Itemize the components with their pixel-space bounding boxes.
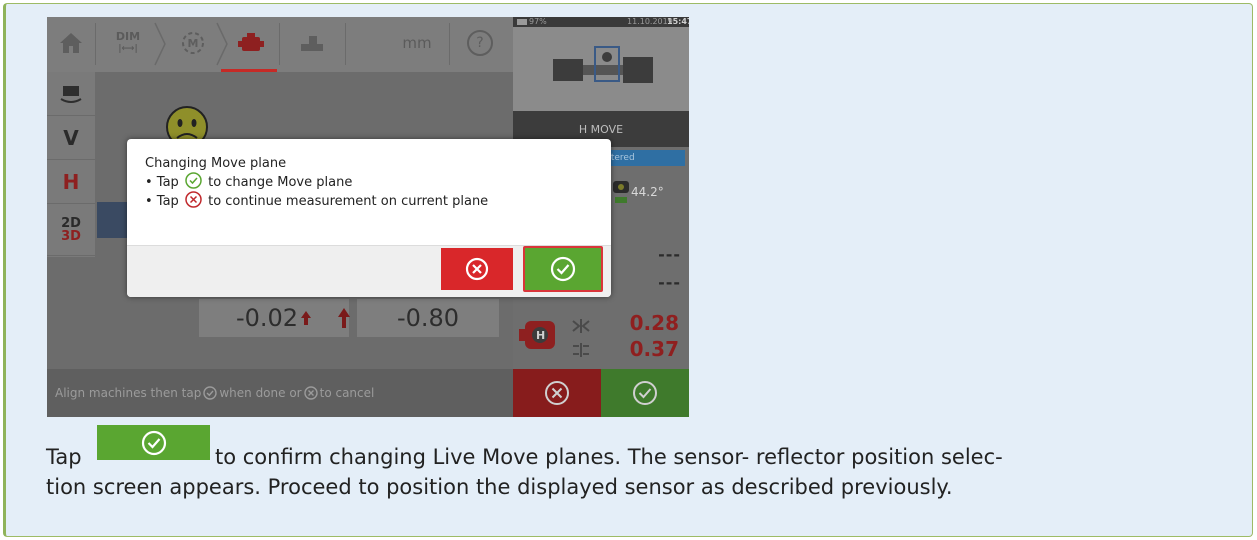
svg-text:H: H [536,329,545,342]
sidebar-3d-label: 3D [61,228,81,244]
left-sidebar: V H 2D 3D [47,72,95,257]
home-button[interactable] [47,17,95,69]
angle-value-box: -0.80 [338,299,499,337]
plane-label: H MOVE [578,122,624,136]
dialog-cancel-button[interactable] [441,248,513,290]
instruction-suffix: to cancel [319,386,375,400]
dialog-line-1: • Tap to change Move plane [145,172,593,191]
dialog-body: Changing Move plane • Tap to change Move… [127,139,611,245]
dim-label: DIM [115,30,141,43]
dialog-line-2: • Tap to continue measurement on current… [145,191,593,210]
check-circle-icon [185,172,202,189]
battery-level: 97% [529,17,547,26]
panel-cancel-button[interactable] [513,369,601,417]
cancel-circle-icon [545,381,569,405]
check-circle-icon [550,256,576,282]
machine-thumbnail[interactable] [513,27,689,111]
results-button[interactable] [283,17,341,69]
status-time: 15:47 [667,17,689,26]
machine-h-icon: H [519,321,555,349]
results-icon [301,36,323,51]
arrow-up-icon [338,308,350,328]
offset-value: -0.02 [235,304,299,332]
panel-confirm-button[interactable] [601,369,689,417]
top-toolbar: DIM |⟷| M mm ? [47,17,513,72]
check-circle-icon [141,430,166,455]
units-label: mm [402,34,432,52]
sidebar-item-v-label: V [63,125,79,150]
dialog-line-1-prefix: • Tap [145,175,179,190]
instruction-bar: Align machines then tap when done or to … [47,369,513,417]
dialog-line-2-prefix: • Tap [145,194,179,209]
help-label: ? [476,35,484,51]
angular-value: 0.28 [629,311,679,335]
move-machine-icon [238,33,264,51]
units-button[interactable]: mm [387,17,447,69]
sensor-icon [613,181,629,203]
offset-value-box: -0.02 [199,299,349,337]
dialog-line-1-suffix: to change Move plane [208,175,353,190]
cancel-circle-icon [303,386,318,400]
sidebar-2d-label: 2D [61,215,81,231]
dimensions-button[interactable]: DIM |⟷| [99,17,157,69]
angle-value: -0.80 [396,304,460,332]
sidebar-item-3d-view[interactable] [47,72,95,116]
sensor-angle: 44.2° [631,185,664,199]
instruction-prefix: Align machines then tap [55,386,202,400]
measure-label: M [187,36,199,50]
sidebar-item-h-label: H [62,169,80,194]
dialog-line-2-suffix: to continue measurement on current plane [208,194,489,209]
view-3d-icon [60,85,82,103]
instruction-mid: when done or [219,386,302,400]
move-button[interactable] [225,17,277,69]
offset-icon [573,343,589,357]
caption-confirm-button-image [97,425,210,460]
check-circle-icon [203,386,218,400]
offset-result-value: 0.37 [629,337,679,361]
help-button[interactable]: ? [455,17,505,69]
home-icon [60,33,82,53]
dialog-title: Changing Move plane [145,156,287,171]
machine-graphic [97,202,127,238]
angular-icon [572,319,590,333]
status-bar: 97% 11.10.2019 15:47 [513,17,689,27]
measure-button[interactable]: M [165,17,221,69]
dialog-confirm-button[interactable] [523,246,603,292]
caption-rest-line-1: to confirm changing Live Move planes. Th… [215,445,1003,469]
arrow-up-icon [301,311,312,325]
caption-tap: Tap [46,445,82,469]
help-icon: ? [467,30,493,56]
check-circle-icon [633,381,657,405]
active-tab-indicator [221,69,277,72]
status-date: 11.10.2019 [627,17,673,26]
dialog-footer [127,245,611,297]
sidebar-item-h[interactable]: H [47,160,95,204]
change-plane-dialog: Changing Move plane • Tap to change Move… [127,139,611,297]
cancel-circle-icon [465,257,489,281]
cancel-circle-icon [185,191,202,208]
sidebar-item-v[interactable]: V [47,116,95,160]
sidebar-item-2d-3d[interactable]: 2D 3D [47,204,95,256]
app-screenshot: DIM |⟷| M mm ? V H 2D 3D -0.02 -0.80 Ali… [47,17,689,417]
caption-line-2: tion screen appears. Proceed to position… [46,475,953,499]
